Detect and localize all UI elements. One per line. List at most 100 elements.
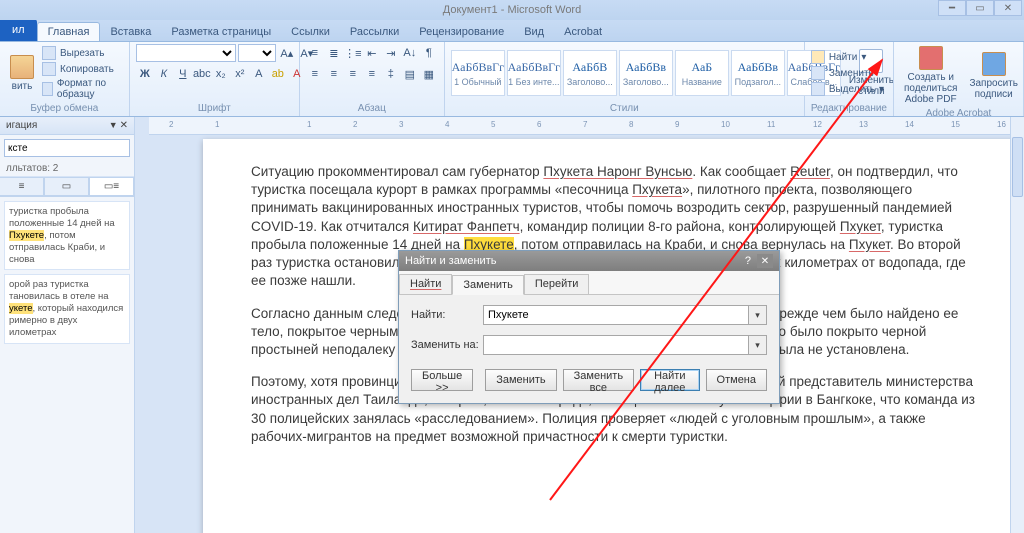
- shading-button[interactable]: ▤: [401, 65, 419, 83]
- style-item-3[interactable]: АаБбВвЗаголово...: [619, 50, 673, 96]
- window-maximize-button[interactable]: ▭: [966, 0, 994, 16]
- highlight-button[interactable]: ab: [269, 65, 287, 83]
- replace-button[interactable]: Заменить: [811, 66, 884, 80]
- copy-button[interactable]: Копировать: [42, 62, 123, 76]
- group-label-styles: Стили: [451, 102, 798, 114]
- bullets-button[interactable]: ≡: [306, 44, 324, 62]
- align-right-button[interactable]: ≡: [344, 65, 362, 83]
- numbering-button[interactable]: ≣: [325, 44, 343, 62]
- tab-acrobat[interactable]: Acrobat: [554, 23, 612, 41]
- replace-all-button[interactable]: Заменить все: [563, 369, 634, 391]
- window-titlebar: Документ1 - Microsoft Word ━ ▭ ✕: [0, 0, 1024, 20]
- ruler-tick: 11: [767, 120, 775, 129]
- align-center-button[interactable]: ≡: [325, 65, 343, 83]
- dedent-button[interactable]: ⇤: [363, 44, 381, 62]
- italic-button[interactable]: К: [155, 65, 173, 83]
- underline-button[interactable]: Ч: [174, 65, 192, 83]
- tab-insert[interactable]: Вставка: [100, 23, 161, 41]
- dialog-tab-find[interactable]: Найти: [399, 274, 452, 294]
- dialog-tab-goto[interactable]: Перейти: [524, 274, 590, 294]
- find-replace-dialog[interactable]: Найти и заменить ? ✕ Найти Заменить Пере…: [398, 250, 780, 404]
- subscript-button[interactable]: x₂: [212, 65, 230, 83]
- line-spacing-button[interactable]: ‡: [382, 65, 400, 83]
- ruler-tick: 10: [721, 120, 730, 129]
- tab-review[interactable]: Рецензирование: [409, 23, 514, 41]
- multilevel-button[interactable]: ⋮≡: [344, 44, 362, 62]
- replace-dropdown-icon[interactable]: ▾: [749, 335, 767, 355]
- cut-button[interactable]: Вырезать: [42, 46, 123, 60]
- dialog-help-icon[interactable]: ?: [745, 255, 751, 267]
- horizontal-ruler[interactable]: 211234567891011121314151617: [149, 117, 1024, 135]
- nav-dropdown-icon[interactable]: ▼: [109, 120, 118, 131]
- cancel-button[interactable]: Отмена: [706, 369, 767, 391]
- group-label-font: Шрифт: [136, 102, 293, 114]
- window-minimize-button[interactable]: ━: [938, 0, 966, 16]
- nav-result-2[interactable]: орой раз туристка тановилась в отеле на …: [4, 274, 130, 343]
- adobe-sign-button[interactable]: Запросить подписи: [965, 50, 1022, 102]
- ruler-tick: 9: [675, 120, 679, 129]
- tab-view[interactable]: Вид: [514, 23, 554, 41]
- ruler-tick: 2: [353, 120, 357, 129]
- more-button[interactable]: Больше >>: [411, 369, 473, 391]
- nav-results-count: лльтатов: 2: [0, 161, 134, 177]
- format-painter-button[interactable]: Формат по образцу: [42, 78, 123, 100]
- nav-tab-results[interactable]: ▭≡: [89, 177, 134, 196]
- nav-close-icon[interactable]: ✕: [120, 120, 128, 131]
- indent-button[interactable]: ⇥: [382, 44, 400, 62]
- borders-button[interactable]: ▦: [420, 65, 438, 83]
- show-marks-button[interactable]: ¶: [420, 44, 438, 62]
- ribbon: вить Вырезать Копировать Формат по образ…: [0, 42, 1024, 117]
- nav-result-1[interactable]: туристка пробыла положенные 14 дней на П…: [4, 201, 130, 270]
- copy-icon: [42, 62, 56, 76]
- font-size-select[interactable]: [238, 44, 276, 62]
- ruler-tick: 13: [859, 120, 868, 129]
- replace-input[interactable]: [483, 335, 749, 355]
- sort-button[interactable]: A↓: [401, 44, 419, 62]
- style-item-0[interactable]: АаБбВвГг1 Обычный: [451, 50, 505, 96]
- replace-one-button[interactable]: Заменить: [485, 369, 556, 391]
- superscript-button[interactable]: x²: [231, 65, 249, 83]
- ruler-tick: 2: [169, 120, 173, 129]
- dialog-close-button[interactable]: ✕: [757, 254, 773, 268]
- tab-references[interactable]: Ссылки: [281, 23, 340, 41]
- align-justify-button[interactable]: ≡: [363, 65, 381, 83]
- find-dropdown-icon[interactable]: ▾: [749, 305, 767, 325]
- tab-mailings[interactable]: Рассылки: [340, 23, 409, 41]
- text-effects-button[interactable]: A: [250, 65, 268, 83]
- dialog-tab-replace[interactable]: Заменить: [452, 275, 523, 295]
- file-tab[interactable]: ил: [0, 19, 37, 41]
- scissors-icon: [42, 46, 56, 60]
- style-item-4[interactable]: АаБНазвание: [675, 50, 729, 96]
- window-title: Документ1 - Microsoft Word: [443, 4, 581, 16]
- find-next-button[interactable]: Найти далее: [640, 369, 699, 391]
- nav-title: игация: [6, 120, 37, 131]
- vertical-scrollbar[interactable]: [1010, 117, 1024, 533]
- dialog-title: Найти и заменить: [405, 255, 496, 267]
- ruler-tick: 14: [905, 120, 914, 129]
- font-name-select[interactable]: [136, 44, 236, 62]
- replace-icon: [811, 66, 825, 80]
- bold-button[interactable]: Ж: [136, 65, 154, 83]
- style-item-1[interactable]: АаБбВвГг1 Без инте...: [507, 50, 561, 96]
- style-item-2[interactable]: АаБбВЗаголово...: [563, 50, 617, 96]
- nav-search-input[interactable]: [4, 139, 130, 157]
- adobe-create-button[interactable]: Создать и поделиться Adobe PDF: [900, 44, 961, 107]
- window-close-button[interactable]: ✕: [994, 0, 1022, 16]
- tab-pagelayout[interactable]: Разметка страницы: [161, 23, 281, 41]
- dialog-titlebar[interactable]: Найти и заменить ? ✕: [399, 251, 779, 271]
- ruler-tick: 7: [583, 120, 587, 129]
- nav-tab-headings[interactable]: ≡: [0, 177, 44, 196]
- style-item-5[interactable]: АаБбВвПодзагол...: [731, 50, 785, 96]
- grow-font-button[interactable]: A▴: [278, 44, 296, 62]
- strike-button[interactable]: abc: [193, 65, 211, 83]
- nav-tab-pages[interactable]: ▭: [44, 177, 89, 196]
- ruler-tick: 16: [997, 120, 1006, 129]
- tab-home[interactable]: Главная: [37, 22, 101, 41]
- ruler-tick: 5: [491, 120, 495, 129]
- select-button[interactable]: Выделить ▾: [811, 82, 884, 96]
- find-button[interactable]: Найти ▾: [811, 50, 884, 64]
- find-input[interactable]: [483, 305, 749, 325]
- scroll-thumb[interactable]: [1012, 137, 1023, 197]
- paste-button[interactable]: вить: [6, 53, 38, 94]
- align-left-button[interactable]: ≡: [306, 65, 324, 83]
